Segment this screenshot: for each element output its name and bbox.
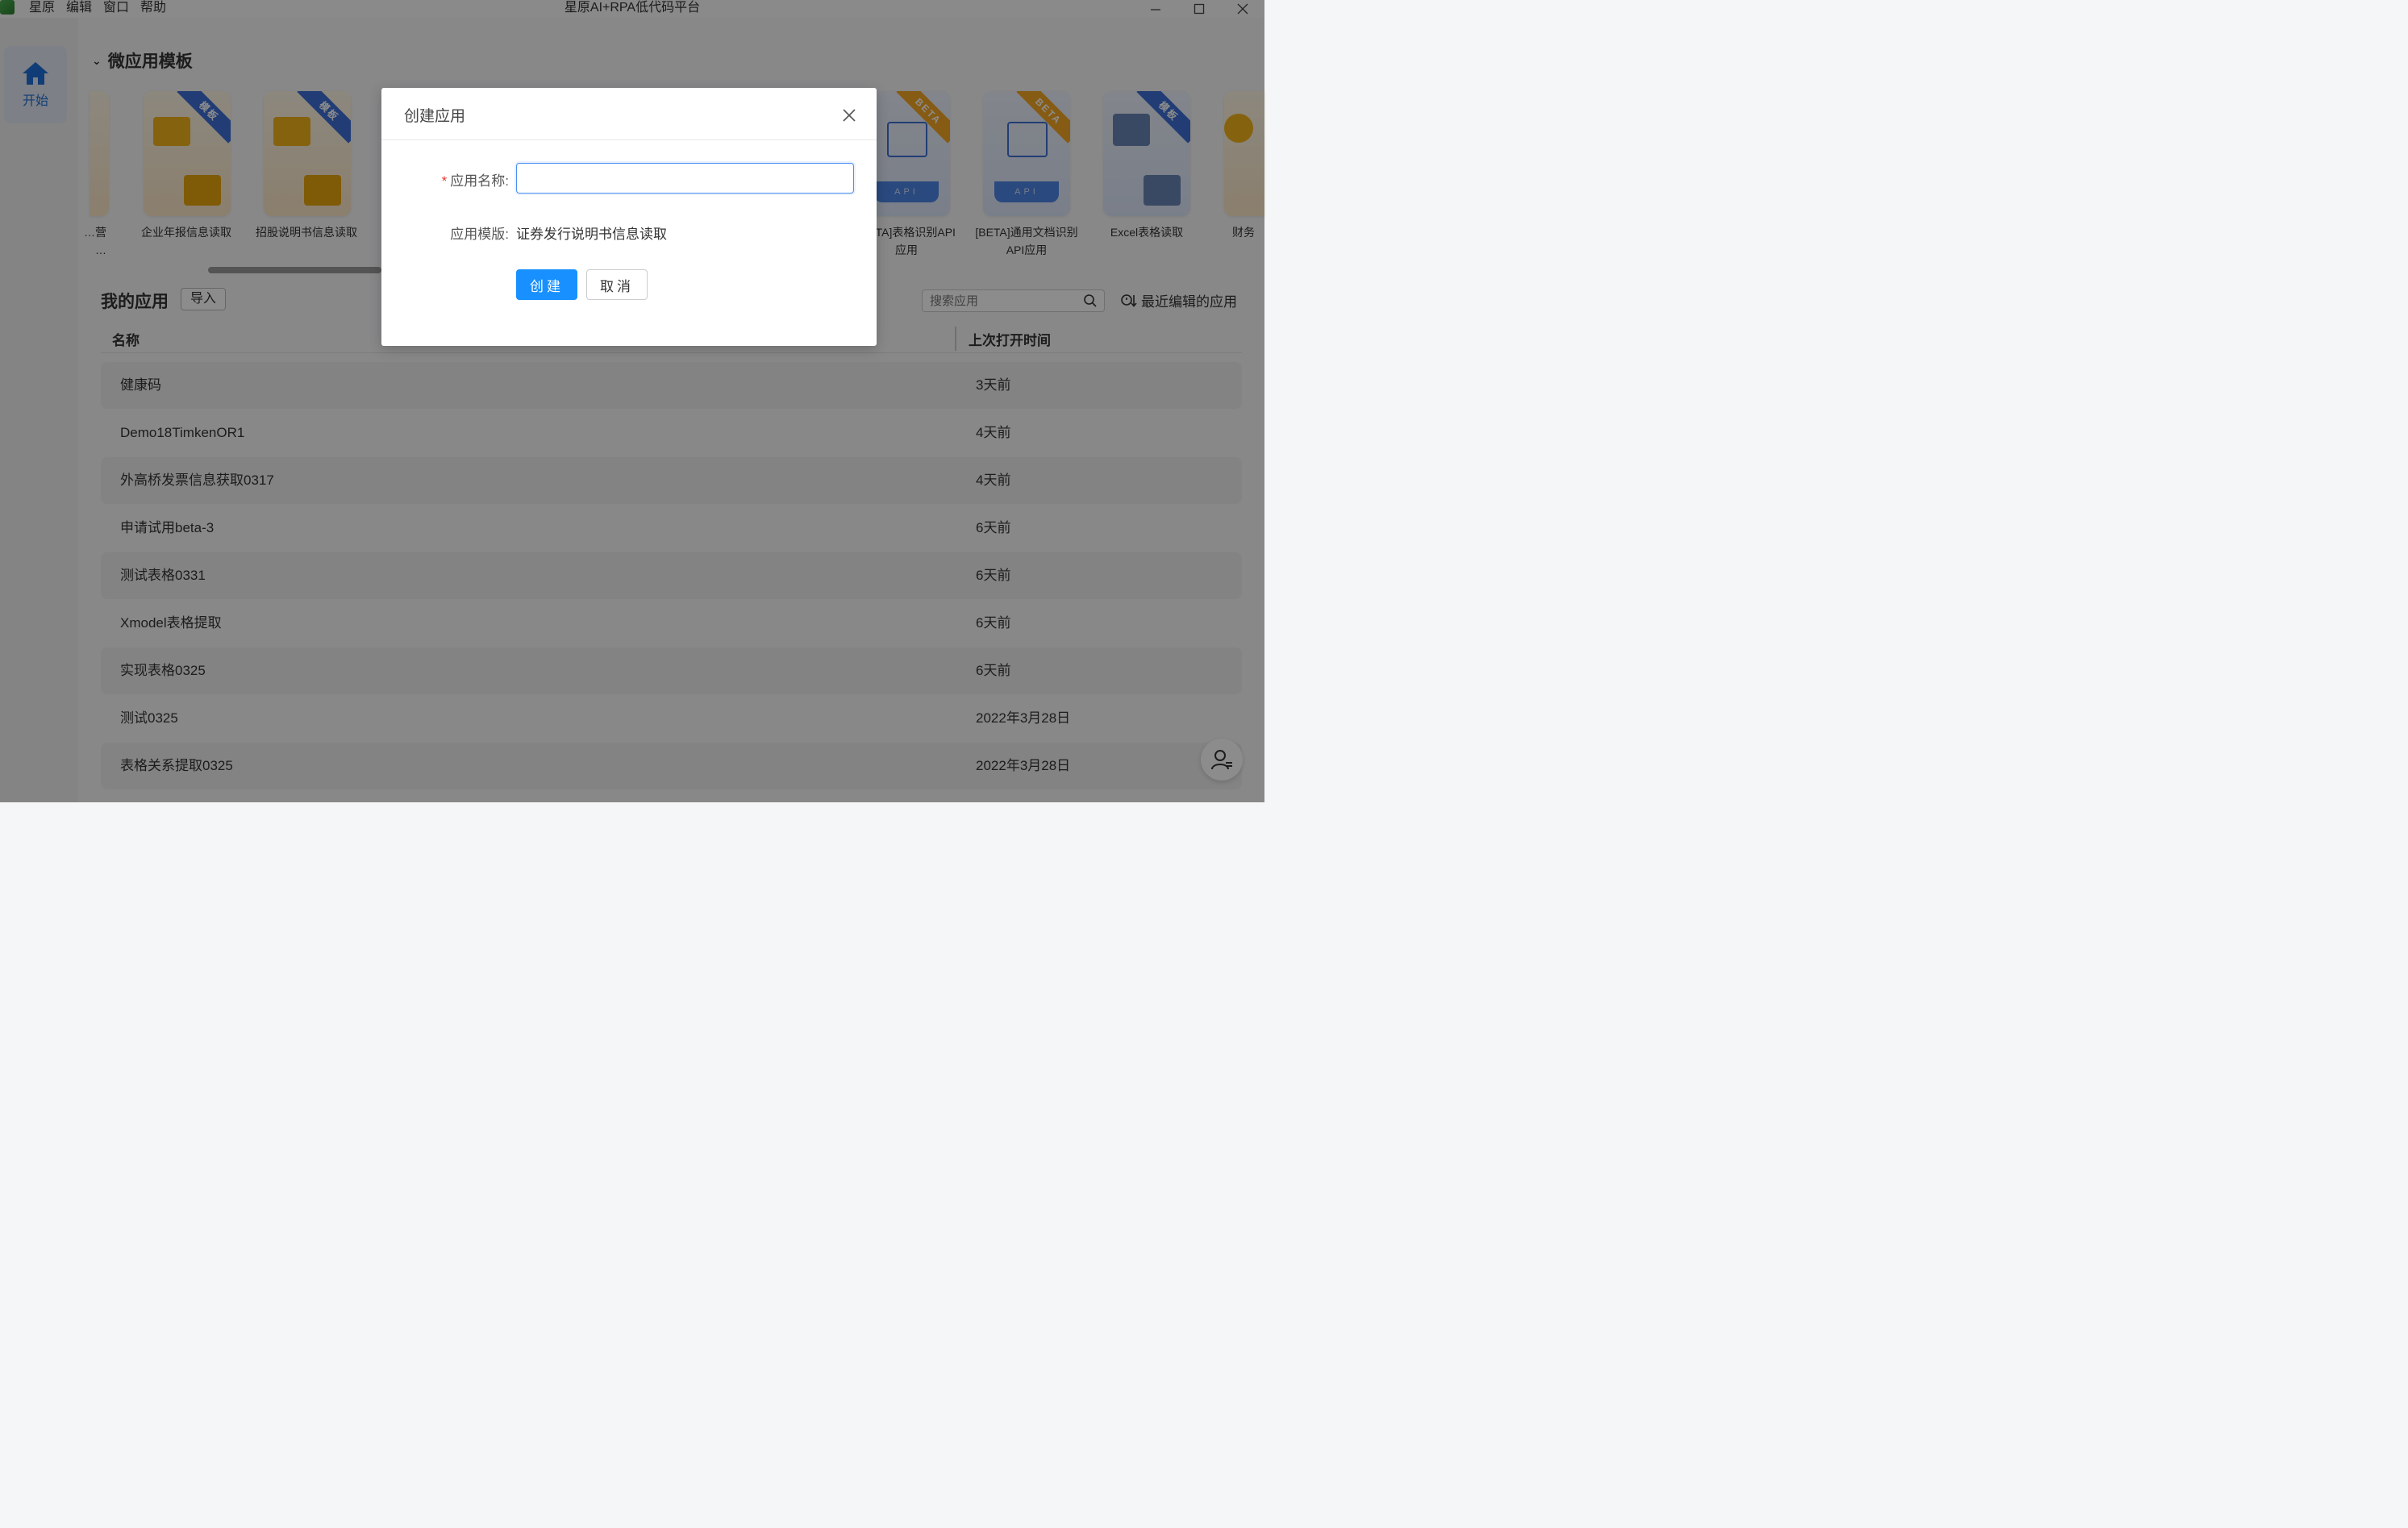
template-label: 应用模版: <box>450 227 509 242</box>
app-name-input[interactable] <box>516 163 854 194</box>
required-mark: * <box>441 173 448 189</box>
close-icon[interactable] <box>839 106 859 125</box>
create-button[interactable]: 创建 <box>516 269 577 300</box>
dialog-divider <box>381 139 877 140</box>
dialog-title: 创建应用 <box>404 108 466 125</box>
app-name-label: * 应用名称: <box>442 169 509 189</box>
cancel-button[interactable]: 取消 <box>586 269 648 300</box>
app-name-label-text: 应用名称: <box>450 173 509 189</box>
create-app-dialog: 创建应用 * 应用名称: 应用模版: 证券发行说明书信息读取 创建 取消 <box>381 88 877 346</box>
template-value: 证券发行说明书信息读取 <box>516 227 667 242</box>
